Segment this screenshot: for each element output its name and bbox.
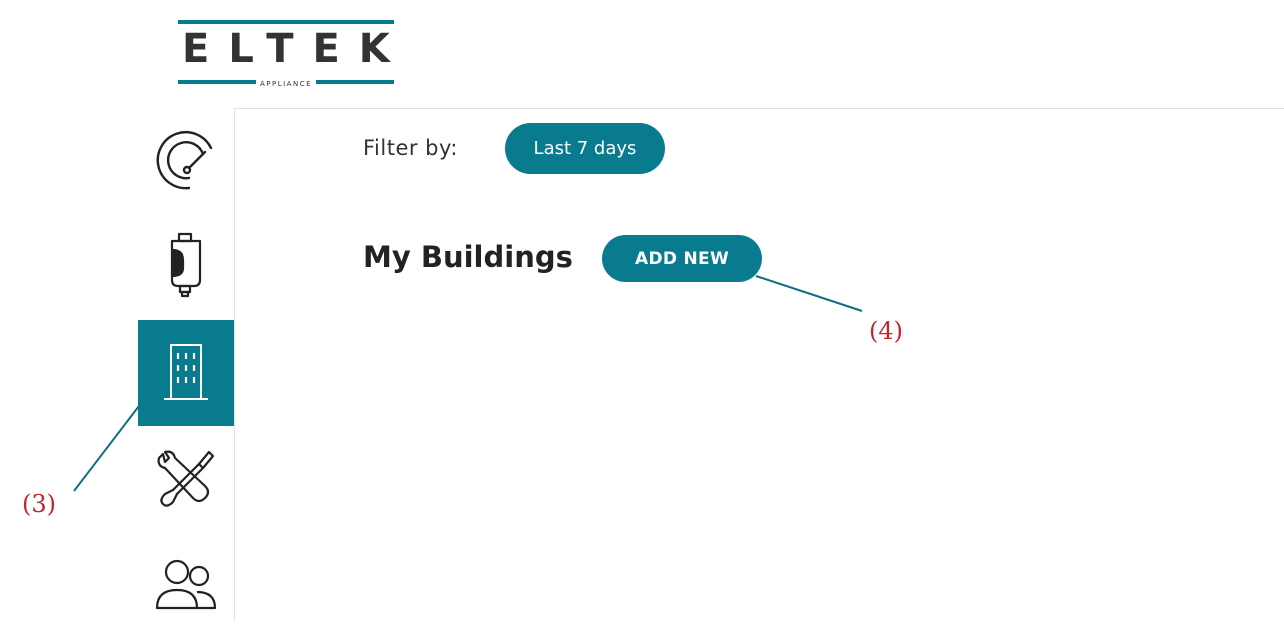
logo-bar-top — [178, 20, 394, 24]
users-icon — [155, 559, 217, 610]
sidebar-item-buildings[interactable] — [138, 320, 234, 426]
sidebar-item-devices[interactable] — [138, 214, 234, 320]
add-building-button[interactable]: ADD NEW — [602, 235, 762, 282]
logo-subtitle: APPLIANCE — [178, 80, 394, 88]
annotation-marker-3: (3) — [22, 490, 56, 518]
eltek-logo: ELTEK APPLIANCE — [178, 20, 394, 88]
building-icon — [164, 344, 208, 400]
sidebar-item-users[interactable] — [138, 532, 234, 638]
sidebar-item-dashboard[interactable] — [138, 108, 234, 214]
annotation-marker-4: (4) — [869, 317, 903, 345]
tools-icon — [157, 450, 215, 507]
sidebar — [138, 108, 235, 621]
app-header: ELTEK APPLIANCE — [138, 0, 1284, 109]
gauge-icon — [156, 130, 213, 190]
page-title: My Buildings — [363, 240, 573, 274]
logo-wordmark: ELTEK — [182, 26, 409, 72]
logo-subtitle-text: APPLIANCE — [255, 80, 317, 88]
filter-label: Filter by: — [363, 136, 458, 160]
date-filter-button[interactable]: Last 7 days — [505, 123, 665, 174]
sidebar-item-maintenance[interactable] — [138, 426, 234, 532]
water-heater-icon — [170, 232, 202, 298]
annotation-leader-3 — [73, 405, 140, 492]
annotation-leader-4 — [755, 275, 863, 312]
